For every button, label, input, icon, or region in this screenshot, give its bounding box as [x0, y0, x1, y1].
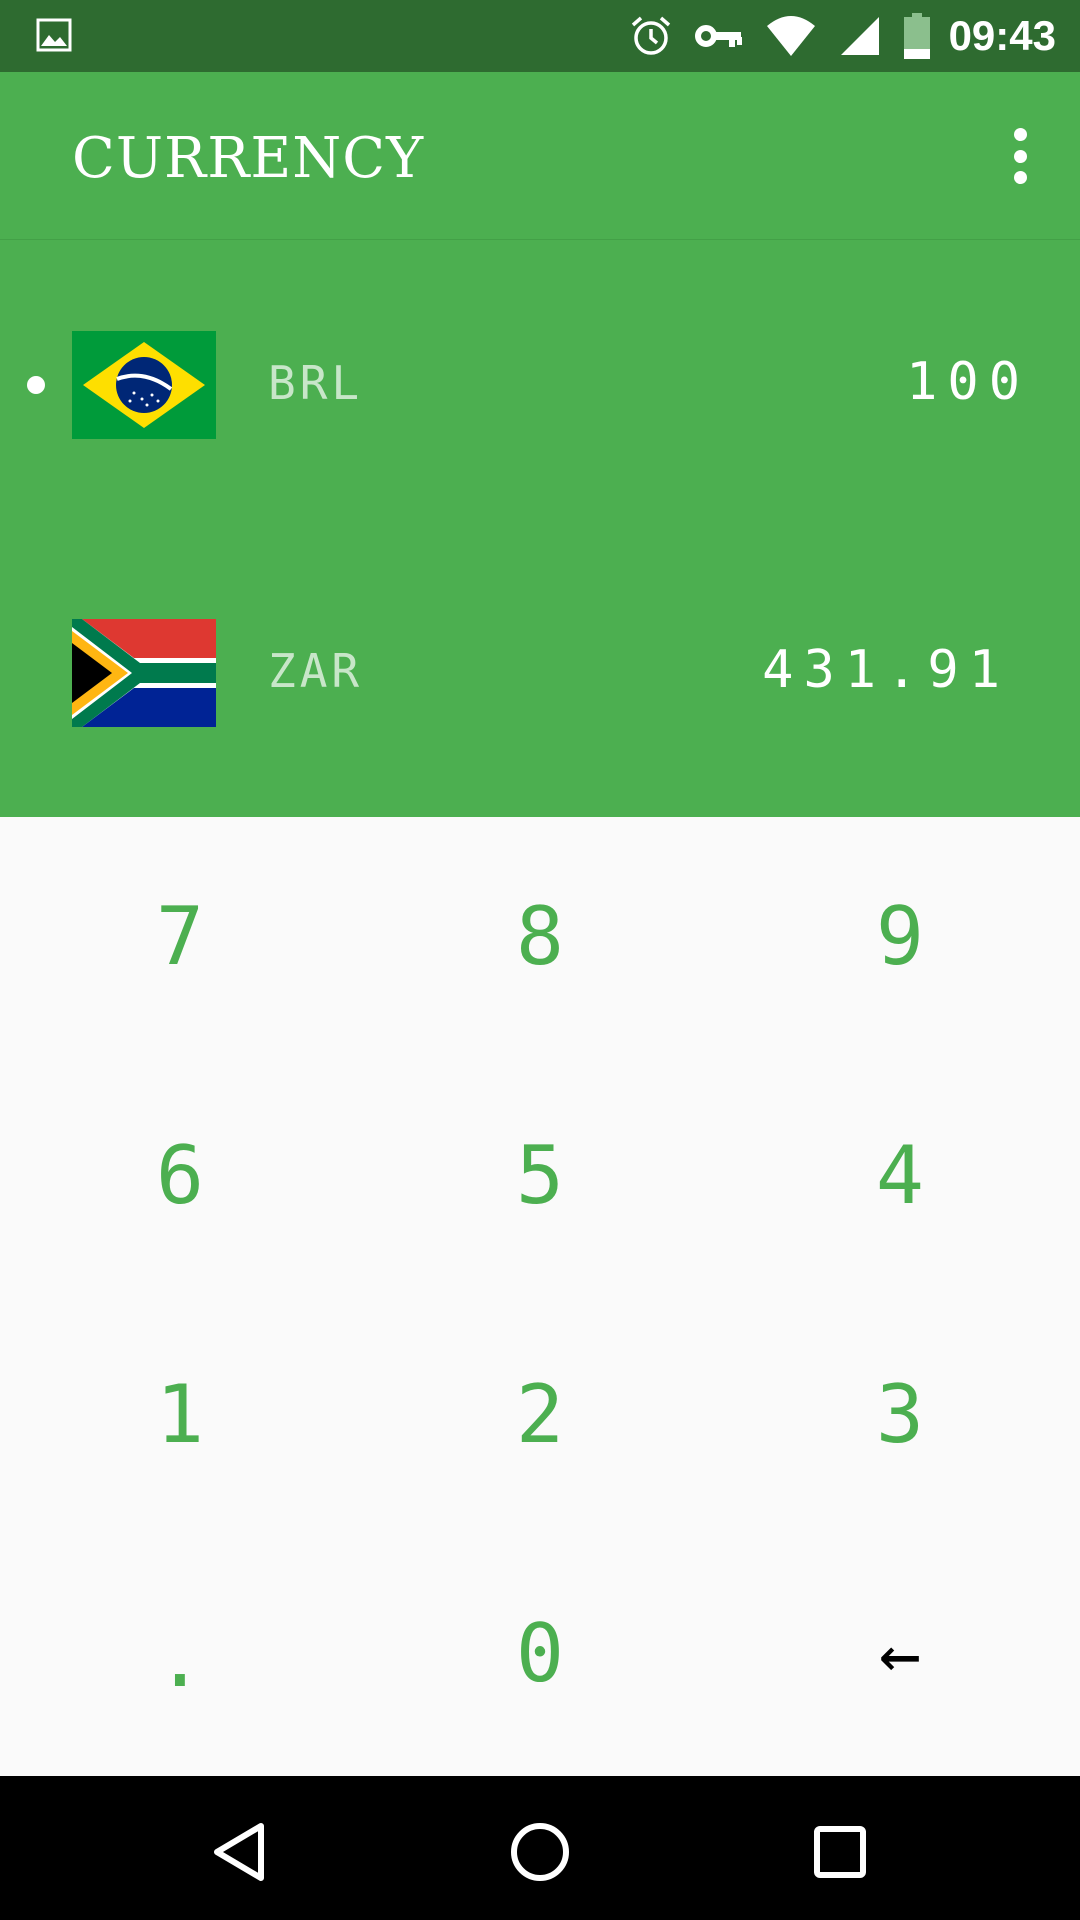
south-africa-flag [72, 619, 216, 727]
status-bar: 09:43 [0, 0, 1080, 72]
key-0[interactable]: 0 [360, 1534, 720, 1773]
app-title: CURRENCY [72, 126, 425, 191]
image-icon [36, 17, 72, 57]
currency-amount: 100 [906, 352, 1030, 412]
currency-code: BRL [268, 356, 364, 410]
currency-row-brl[interactable]: BRL 100 [0, 284, 1080, 484]
battery-icon [903, 13, 931, 59]
home-icon[interactable] [504, 1816, 576, 1888]
more-vertical-icon[interactable] [990, 120, 1050, 192]
wifi-icon [765, 14, 817, 58]
backspace-key[interactable]: ← [720, 1534, 1080, 1773]
key-5[interactable]: 5 [360, 1056, 720, 1295]
key-7[interactable]: 7 [0, 817, 360, 1056]
app-bar: CURRENCY [0, 72, 1080, 240]
currency-row-zar[interactable]: ZAR 431.91 [0, 572, 1080, 772]
key-1[interactable]: 1 [0, 1295, 360, 1534]
keypad: 7 8 9 6 5 4 1 2 3 . 0 ← [0, 817, 1080, 1776]
key-3[interactable]: 3 [720, 1295, 1080, 1534]
recents-icon[interactable] [804, 1816, 876, 1888]
currency-amount: 431.91 [762, 640, 1010, 700]
status-time: 09:43 [948, 12, 1056, 59]
alarm-icon [629, 14, 673, 58]
selected-indicator [27, 376, 45, 394]
navigation-bar [0, 1776, 1080, 1920]
key-6[interactable]: 6 [0, 1056, 360, 1295]
key-4[interactable]: 4 [720, 1056, 1080, 1295]
vpn-key-icon [694, 21, 743, 51]
brazil-flag [72, 331, 216, 439]
key-decimal[interactable]: . [0, 1534, 360, 1773]
key-2[interactable]: 2 [360, 1295, 720, 1534]
key-9[interactable]: 9 [720, 817, 1080, 1056]
back-icon[interactable] [205, 1816, 277, 1888]
signal-icon [839, 15, 881, 57]
key-8[interactable]: 8 [360, 817, 720, 1056]
currency-code: ZAR [268, 644, 364, 698]
currency-list: BRL 100 ZAR 431.91 [0, 240, 1080, 817]
